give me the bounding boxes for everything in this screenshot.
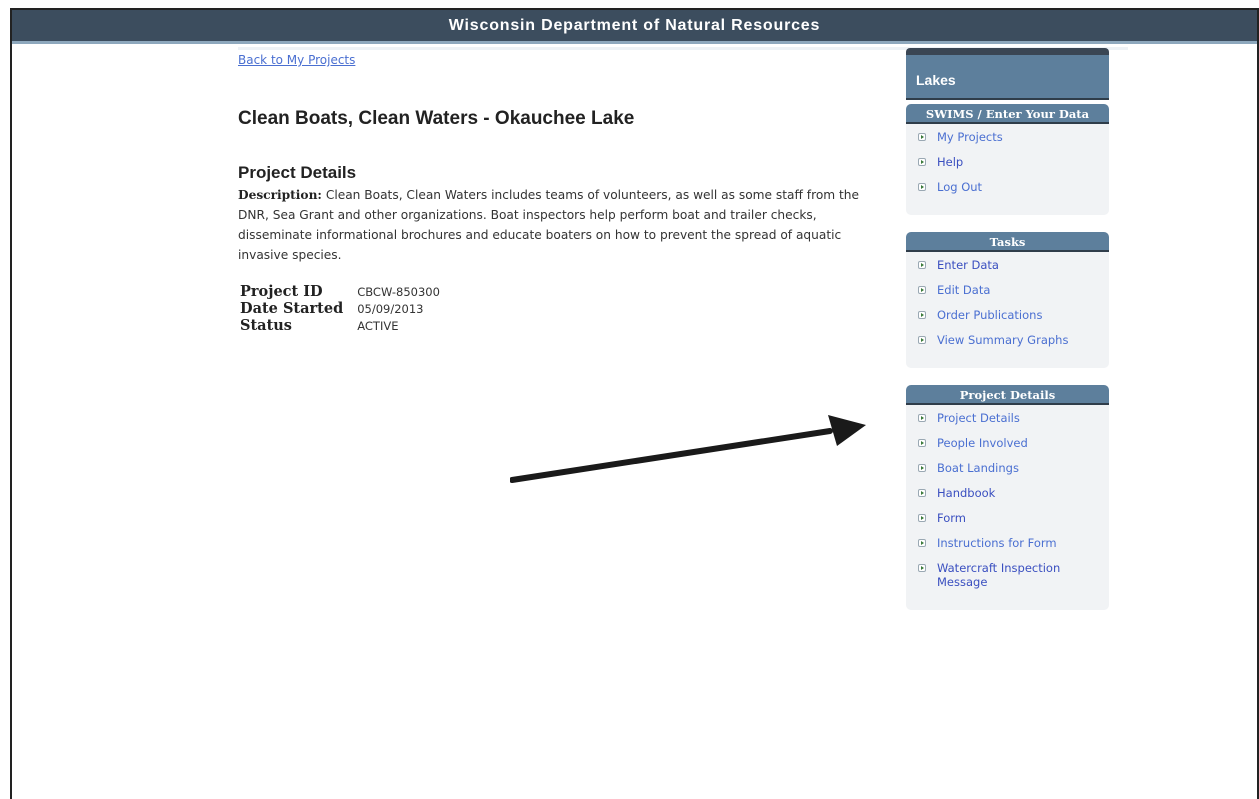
sidebar-item-label: View Summary Graphs: [937, 333, 1069, 347]
arrow-shaft: [510, 428, 833, 483]
detail-row-project-id: Project ID CBCW-850300: [240, 283, 440, 300]
sidebar-item-boat-landings[interactable]: Boat Landings: [918, 461, 1109, 475]
sidebar-item-enter-data[interactable]: Enter Data: [918, 258, 1109, 272]
sidebar-item-watercraft-inspection-message[interactable]: Watercraft Inspection Message: [918, 561, 1109, 589]
sidebar-item-handbook[interactable]: Handbook: [918, 486, 1109, 500]
arrow-bullet-icon: [918, 564, 926, 572]
sidebar-item-label: My Projects: [937, 130, 1003, 144]
sidebar-item-label: Boat Landings: [937, 461, 1019, 475]
detail-value: 05/09/2013: [357, 301, 424, 316]
panel-title: Tasks: [906, 232, 1109, 252]
arrow-bullet-icon: [918, 539, 926, 547]
sidebar-item-help[interactable]: Help: [918, 155, 1109, 169]
sidebar-item-instructions-for-form[interactable]: Instructions for Form: [918, 536, 1109, 550]
sidebar-item-order-publications[interactable]: Order Publications: [918, 308, 1109, 322]
arrow-bullet-icon: [918, 489, 926, 497]
arrow-bullet-icon: [918, 514, 926, 522]
detail-label: Date Started: [240, 300, 344, 317]
arrow-bullet-icon: [918, 133, 926, 141]
sidebar-item-form[interactable]: Form: [918, 511, 1109, 525]
sidebar-item-project-details[interactable]: Project Details: [918, 411, 1109, 425]
detail-label: Status: [240, 317, 292, 334]
arrow-bullet-icon: [918, 336, 926, 344]
page-title: Clean Boats, Clean Waters - Okauchee Lak…: [238, 108, 635, 129]
arrow-bullet-icon: [918, 439, 926, 447]
browser-frame: Wisconsin Department of Natural Resource…: [10, 8, 1259, 799]
panel-tasks: Tasks Enter Data Edit Data Order Publica…: [906, 232, 1109, 368]
project-description: Description: Clean Boats, Clean Waters i…: [238, 185, 892, 265]
arrow-bullet-icon: [918, 464, 926, 472]
detail-row-status: Status ACTIVE: [240, 317, 440, 334]
arrow-bullet-icon: [918, 158, 926, 166]
sidebar-item-label: Log Out: [937, 180, 983, 194]
sidebar-item-log-out[interactable]: Log Out: [918, 180, 1109, 194]
sidebar: Lakes SWIMS / Enter Your Data My Project…: [906, 48, 1109, 610]
sidebar-heading-label: Lakes: [916, 72, 956, 88]
sidebar-item-label: People Involved: [937, 436, 1028, 450]
description-text: Clean Boats, Clean Waters includes teams…: [238, 188, 860, 262]
sidebar-heading: Lakes: [906, 48, 1109, 100]
panel-title: SWIMS / Enter Your Data: [906, 104, 1109, 124]
back-to-projects-link[interactable]: Back to My Projects: [238, 53, 355, 67]
site-title: Wisconsin Department of Natural Resource…: [448, 17, 821, 34]
sidebar-item-label: Handbook: [937, 486, 996, 500]
detail-value: ACTIVE: [357, 318, 399, 333]
sidebar-item-label: Watercraft Inspection Message: [937, 561, 1061, 589]
arrow-bullet-icon: [918, 311, 926, 319]
sidebar-item-label: Instructions for Form: [937, 536, 1057, 550]
panel-title: Project Details: [906, 385, 1109, 405]
arrow-bullet-icon: [918, 261, 926, 269]
annotation-arrow-icon: [510, 415, 866, 483]
section-title: Project Details: [238, 163, 357, 182]
detail-label: Project ID: [240, 283, 323, 300]
arrow-head: [828, 415, 866, 446]
project-details-table: Project ID CBCW-850300 Date Started 05/0…: [240, 283, 440, 334]
site-header: Wisconsin Department of Natural Resource…: [12, 10, 1257, 44]
arrow-bullet-icon: [918, 414, 926, 422]
arrow-bullet-icon: [918, 183, 926, 191]
sidebar-item-view-summary-graphs[interactable]: View Summary Graphs: [918, 333, 1109, 347]
sidebar-item-label: Order Publications: [937, 308, 1043, 322]
sidebar-item-label: Help: [937, 155, 964, 169]
sidebar-item-edit-data[interactable]: Edit Data: [918, 283, 1109, 297]
detail-value: CBCW-850300: [357, 284, 440, 299]
panel-project-details: Project Details Project Details People I…: [906, 385, 1109, 610]
panel-swims: SWIMS / Enter Your Data My Projects Help…: [906, 104, 1109, 215]
detail-row-date-started: Date Started 05/09/2013: [240, 300, 440, 317]
description-label: Description:: [238, 188, 322, 202]
sidebar-item-label: Edit Data: [937, 283, 991, 297]
sidebar-item-label: Enter Data: [937, 258, 999, 272]
sidebar-item-label: Form: [937, 511, 966, 525]
sidebar-item-label: Project Details: [937, 411, 1020, 425]
sidebar-item-my-projects[interactable]: My Projects: [918, 130, 1109, 144]
sidebar-item-people-involved[interactable]: People Involved: [918, 436, 1109, 450]
arrow-bullet-icon: [918, 286, 926, 294]
